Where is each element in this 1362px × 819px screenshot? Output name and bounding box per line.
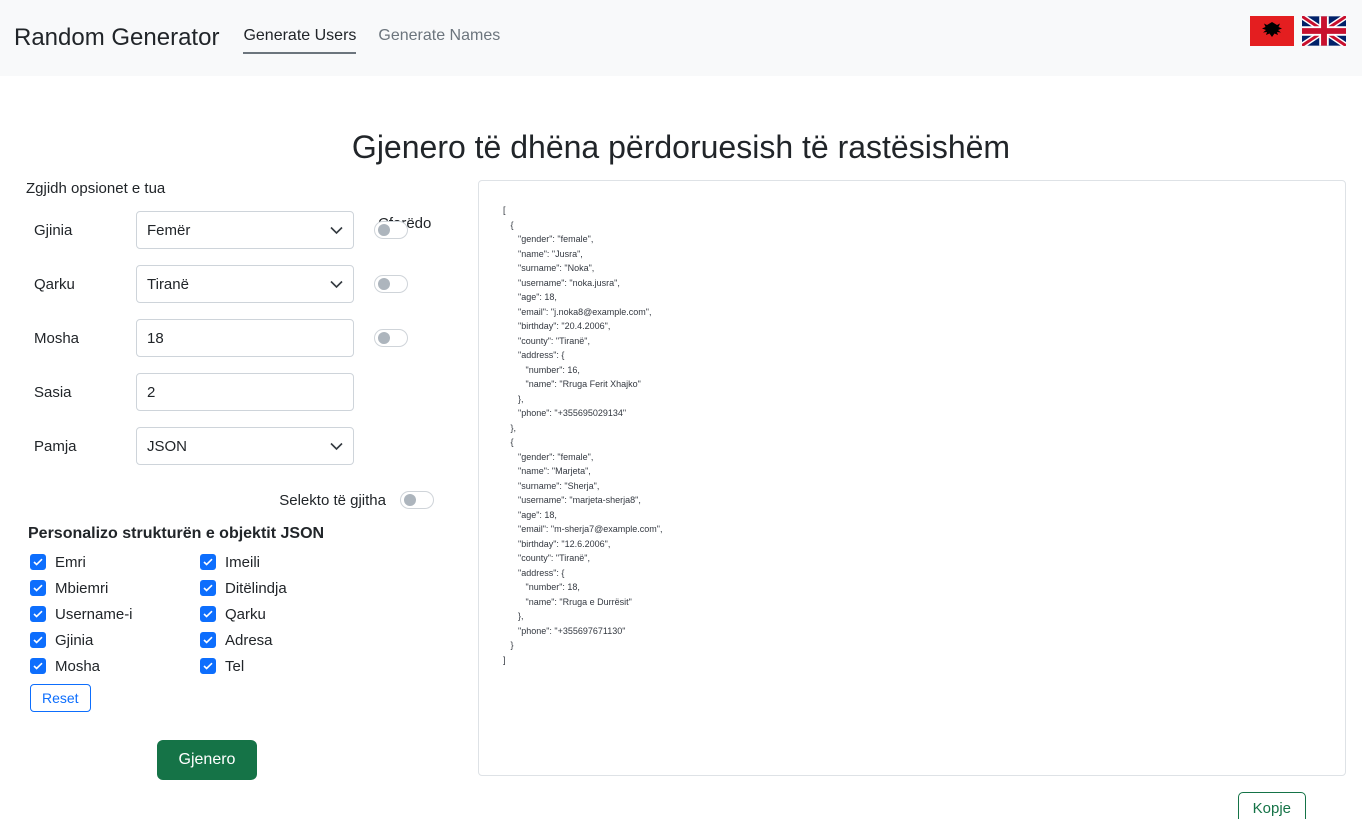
checkbox-item-mbiemri[interactable]: Mbiemri bbox=[30, 575, 200, 601]
checkbox-label: Gjinia bbox=[55, 631, 94, 649]
app-brand: Random Generator bbox=[14, 24, 220, 51]
reset-button[interactable]: Reset bbox=[30, 684, 91, 713]
toggle-knob bbox=[378, 332, 390, 345]
page-title: Gjenero të dhëna përdoruesish të rastësi… bbox=[351, 129, 1011, 165]
checkbox-item-tel[interactable]: Tel bbox=[200, 653, 370, 679]
generate-button[interactable]: Gjenero bbox=[156, 740, 258, 781]
check-icon bbox=[30, 606, 46, 623]
customize-checkbox-grid: Emri Imeili Mbiemri Ditëlindja Username-… bbox=[30, 549, 458, 679]
language-flags bbox=[1250, 16, 1346, 46]
checkbox-label: Mbiemri bbox=[55, 579, 109, 597]
select-qarku[interactable]: Tiranë bbox=[136, 265, 354, 304]
tab-generate-names[interactable]: Generate Names bbox=[378, 27, 500, 50]
options-panel: Zgjidh opsionet e tua Çfarëdo Gjinia Fem… bbox=[16, 180, 458, 781]
label-sasia: Sasia bbox=[34, 383, 72, 401]
toggle-cell-qarku bbox=[354, 275, 414, 294]
uk-flag-icon[interactable] bbox=[1302, 16, 1346, 46]
option-row-qarku: Qarku Tiranë bbox=[16, 257, 458, 311]
checkbox-label: Username-i bbox=[55, 605, 133, 623]
toggle-select-all[interactable] bbox=[400, 491, 434, 510]
checkbox-label: Adresa bbox=[225, 631, 273, 649]
toggle-knob bbox=[404, 494, 416, 507]
checkbox-item-ditelindja[interactable]: Ditëlindja bbox=[200, 575, 370, 601]
toggle-knob bbox=[378, 278, 390, 291]
toggle-anything-mosha[interactable] bbox=[374, 329, 408, 348]
label-gjinia: Gjinia bbox=[34, 221, 73, 239]
tab-generate-users[interactable]: Generate Users bbox=[243, 27, 356, 54]
option-row-mosha: Mosha 18 bbox=[16, 311, 458, 365]
select-qarku-value: Tiranë bbox=[147, 275, 189, 293]
options-section-label: Zgjidh opsionet e tua bbox=[26, 180, 166, 198]
copy-button[interactable]: Kopje bbox=[1237, 792, 1306, 819]
option-row-pamja: Pamja JSON bbox=[16, 419, 458, 473]
checkbox-item-qarku[interactable]: Qarku bbox=[200, 601, 370, 627]
nav-tab-list: Generate Users Generate Names bbox=[243, 27, 500, 54]
copy-button-wrap: Kopje bbox=[478, 792, 1346, 819]
checkbox-item-adresa[interactable]: Adresa bbox=[200, 627, 370, 653]
json-output-text: [ { "gender": "female", "name": "Jusra",… bbox=[503, 205, 663, 665]
checkbox-item-gjinia[interactable]: Gjinia bbox=[30, 627, 200, 653]
select-pamja-value: JSON bbox=[147, 437, 188, 455]
checkbox-item-imeili[interactable]: Imeili bbox=[200, 549, 370, 575]
option-row-sasia: Sasia 2 bbox=[16, 365, 458, 419]
chevron-down-icon bbox=[330, 438, 343, 455]
customize-heading: Personalizo strukturën e objektit JSON bbox=[28, 525, 325, 543]
input-sasia[interactable]: 2 bbox=[136, 373, 354, 412]
label-mosha: Mosha bbox=[34, 329, 80, 347]
checkbox-item-username[interactable]: Username-i bbox=[30, 601, 200, 627]
select-all-label: Selekto të gjitha bbox=[279, 491, 386, 509]
select-gjinia-value: Femër bbox=[147, 221, 191, 239]
toggle-anything-qarku[interactable] bbox=[374, 275, 408, 294]
check-icon bbox=[200, 658, 216, 675]
toggle-cell-mosha bbox=[354, 329, 414, 348]
input-mosha[interactable]: 18 bbox=[136, 319, 354, 358]
checkbox-label: Imeili bbox=[225, 553, 261, 571]
check-icon bbox=[200, 606, 216, 623]
chevron-down-icon bbox=[330, 276, 343, 293]
checkbox-item-emri[interactable]: Emri bbox=[30, 549, 200, 575]
toggle-anything-gjinia[interactable] bbox=[374, 221, 408, 240]
input-mosha-value: 18 bbox=[147, 329, 164, 347]
top-navbar: Random Generator Generate Users Generate… bbox=[0, 0, 1362, 76]
select-all-row: Selekto të gjitha bbox=[16, 491, 458, 510]
checkbox-label: Emri bbox=[55, 553, 86, 571]
output-panel: [ { "gender": "female", "name": "Jusra",… bbox=[458, 180, 1346, 819]
check-icon bbox=[200, 554, 216, 571]
check-icon bbox=[30, 580, 46, 597]
select-gjinia[interactable]: Femër bbox=[136, 211, 354, 250]
toggle-cell-gjinia bbox=[354, 221, 414, 240]
label-qarku: Qarku bbox=[34, 275, 75, 293]
checkbox-label: Tel bbox=[225, 657, 245, 675]
check-icon bbox=[30, 632, 46, 649]
option-row-gjinia: Gjinia Femër bbox=[16, 203, 458, 257]
input-sasia-value: 2 bbox=[147, 383, 156, 401]
checkbox-label: Qarku bbox=[225, 605, 266, 623]
checkbox-label: Mosha bbox=[55, 657, 101, 675]
json-output-box[interactable]: [ { "gender": "female", "name": "Jusra",… bbox=[478, 180, 1346, 777]
toggle-knob bbox=[378, 224, 390, 237]
checkbox-label: Ditëlindja bbox=[225, 579, 287, 597]
label-pamja: Pamja bbox=[34, 437, 77, 455]
chevron-down-icon bbox=[330, 222, 343, 239]
main-content: Zgjidh opsionet e tua Çfarëdo Gjinia Fem… bbox=[0, 180, 1362, 819]
check-icon bbox=[30, 658, 46, 675]
albania-flag-icon[interactable] bbox=[1250, 16, 1294, 46]
check-icon bbox=[30, 554, 46, 571]
check-icon bbox=[200, 632, 216, 649]
check-icon bbox=[200, 580, 216, 597]
checkbox-item-mosha[interactable]: Mosha bbox=[30, 653, 200, 679]
select-pamja[interactable]: JSON bbox=[136, 427, 354, 466]
generate-button-wrap: Gjenero bbox=[16, 740, 458, 781]
